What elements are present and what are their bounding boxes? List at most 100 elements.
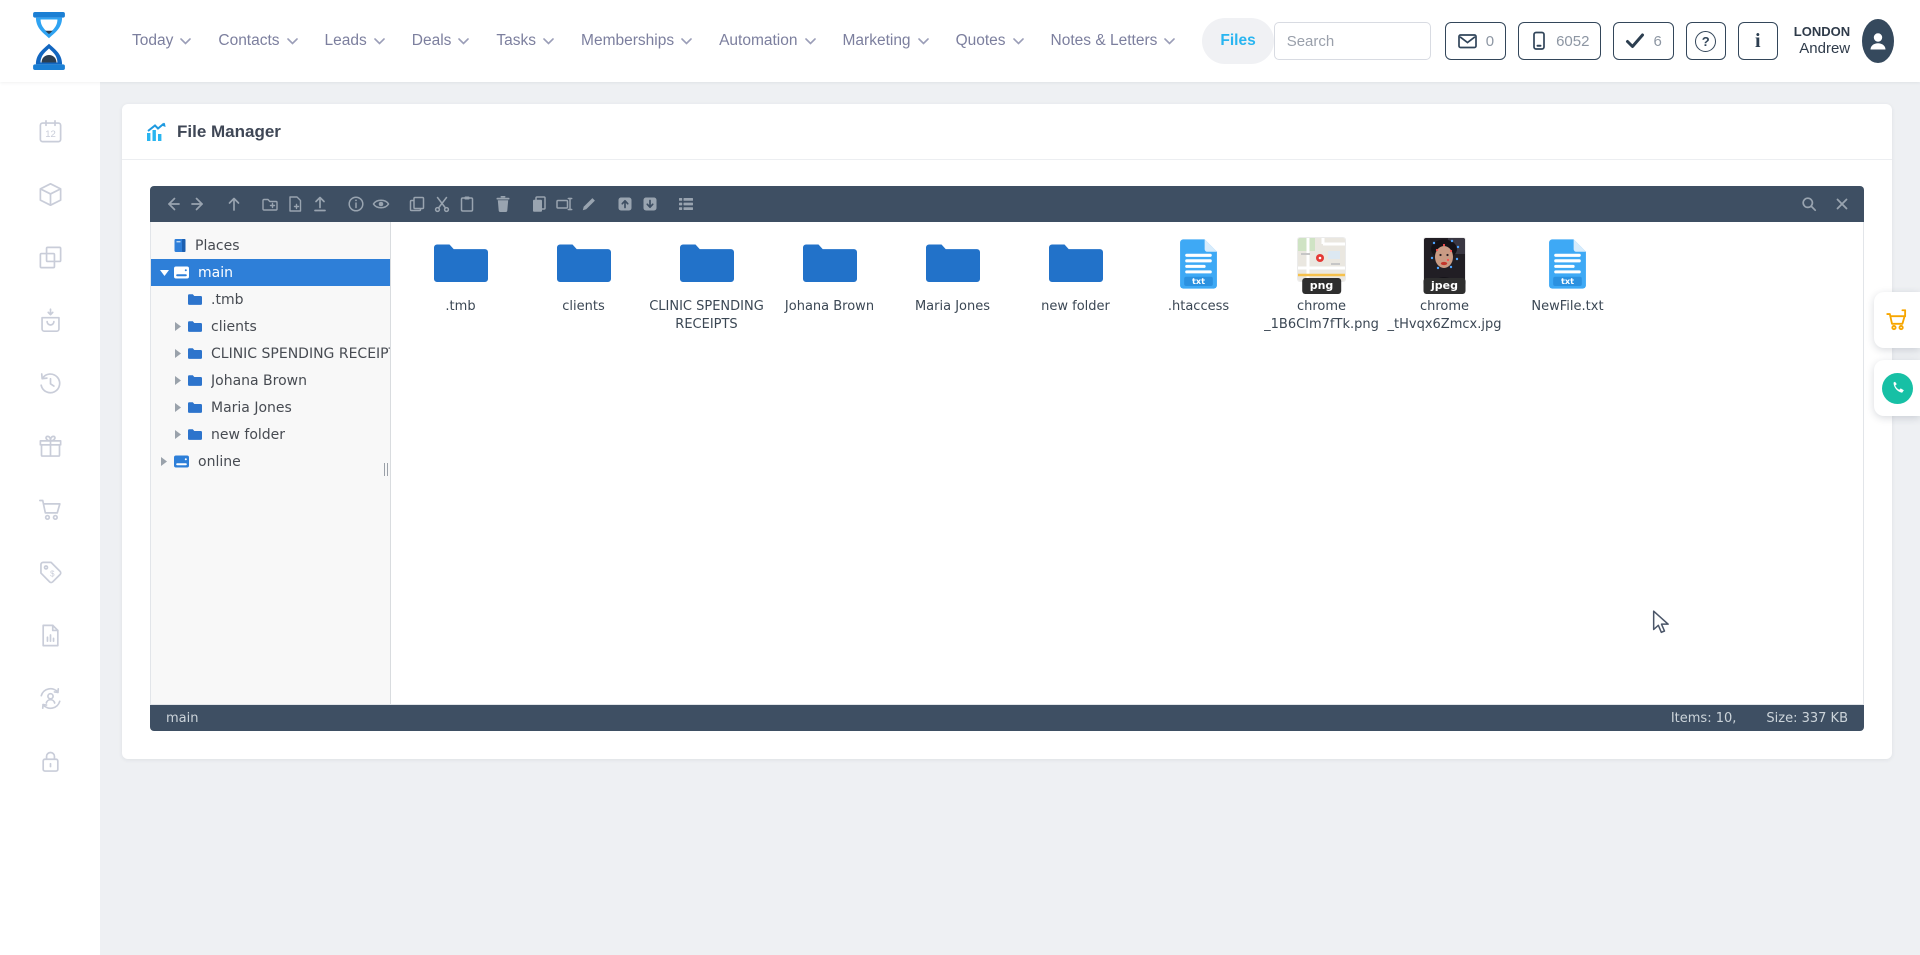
- tree-item-main[interactable]: main: [151, 259, 390, 286]
- sidebar-item-security[interactable]: [37, 748, 64, 775]
- floating-whatsapp-button[interactable]: [1874, 360, 1920, 416]
- edit-pencil-icon[interactable]: [576, 191, 601, 217]
- info-button[interactable]: i: [1738, 22, 1778, 60]
- top-bar: Today Contacts Leads Deals Tasks Members…: [0, 0, 1920, 82]
- back-icon[interactable]: [160, 191, 185, 217]
- tree-item-places[interactable]: Places: [151, 232, 390, 259]
- tree-item-new-folder[interactable]: new folder: [151, 421, 390, 448]
- floating-cart-button[interactable]: [1874, 292, 1920, 348]
- mail-button[interactable]: 0: [1445, 22, 1506, 60]
- main-nav: Today Contacts Leads Deals Tasks Members…: [132, 18, 1274, 64]
- nav-item-files[interactable]: Files: [1202, 18, 1273, 64]
- file-item-clinic-spending-receipts[interactable]: CLINIC SPENDING RECEIPTS: [645, 234, 768, 334]
- tree-item-online[interactable]: online: [151, 448, 390, 475]
- caret-collapsed-icon[interactable]: [171, 430, 185, 439]
- toolbar-search-icon[interactable]: [1796, 191, 1821, 217]
- caret-expanded-icon[interactable]: [157, 270, 171, 276]
- nav-item-today[interactable]: Today: [132, 32, 191, 50]
- file-item-newfile-txt[interactable]: txt NewFile.txt: [1506, 234, 1629, 334]
- caret-collapsed-icon[interactable]: [171, 349, 185, 358]
- file-item-clients[interactable]: clients: [522, 234, 645, 334]
- folder-icon: [187, 374, 203, 387]
- tree-item-tmb[interactable]: .tmb: [151, 286, 390, 313]
- up-folder-icon[interactable]: [221, 191, 246, 217]
- caret-collapsed-icon[interactable]: [157, 457, 171, 466]
- nav-item-marketing[interactable]: Marketing: [843, 32, 929, 50]
- app-logo-hourglass-icon[interactable]: [26, 11, 72, 71]
- phone-count: 6052: [1556, 33, 1589, 50]
- status-path: main: [166, 711, 198, 726]
- folder-icon: [555, 238, 613, 285]
- list-view-icon[interactable]: [673, 191, 698, 217]
- nav-item-notes-letters[interactable]: Notes & Letters: [1051, 32, 1176, 50]
- info-icon: i: [1755, 30, 1761, 53]
- chevron-down-icon: [543, 38, 554, 45]
- user-avatar[interactable]: [1862, 19, 1894, 63]
- preview-eye-icon[interactable]: [368, 191, 393, 217]
- sidebar-item-cart[interactable]: [37, 496, 64, 523]
- tree-item-clinic-spending-receipts[interactable]: CLINIC SPENDING RECEIPTS: [151, 340, 390, 367]
- sidebar-item-calendar[interactable]: 12: [37, 118, 64, 145]
- forward-icon[interactable]: [185, 191, 210, 217]
- sidebar-item-history[interactable]: [37, 370, 64, 397]
- archive-icon[interactable]: [612, 191, 637, 217]
- caret-collapsed-icon[interactable]: [171, 322, 185, 331]
- main-content: File Manager: [100, 82, 1920, 955]
- chevron-down-icon: [458, 38, 469, 45]
- nav-item-leads[interactable]: Leads: [325, 32, 385, 50]
- tree-item-johana-brown[interactable]: Johana Brown: [151, 367, 390, 394]
- sidebar-item-reports[interactable]: [37, 622, 64, 649]
- tasks-done-button[interactable]: 6: [1613, 22, 1673, 60]
- nav-item-deals[interactable]: Deals: [412, 32, 470, 50]
- file-item-chrome-png[interactable]: png chrome _1B6CIm7fTk.png: [1260, 234, 1383, 334]
- delete-trash-icon[interactable]: [490, 191, 515, 217]
- folder-icon: [187, 320, 203, 333]
- file-item-tmb[interactable]: .tmb: [399, 234, 522, 334]
- extract-icon[interactable]: [637, 191, 662, 217]
- file-item-htaccess[interactable]: txt .htaccess: [1137, 234, 1260, 334]
- sidebar-item-account[interactable]: [37, 685, 64, 712]
- nav-item-automation[interactable]: Automation: [719, 32, 815, 50]
- file-item-maria-jones[interactable]: Maria Jones: [891, 234, 1014, 334]
- file-item-chrome-jpg[interactable]: jpeg chrome _tHvqx6Zmcx.jpg: [1383, 234, 1506, 334]
- sidebar-item-gifts[interactable]: [37, 433, 64, 460]
- nav-item-tasks[interactable]: Tasks: [496, 32, 554, 50]
- sidebar-item-products[interactable]: [37, 181, 64, 208]
- paste-clipboard-icon[interactable]: [454, 191, 479, 217]
- tree-item-maria-jones[interactable]: Maria Jones: [151, 394, 390, 421]
- duplicate-icon[interactable]: [526, 191, 551, 217]
- copy-icon[interactable]: [404, 191, 429, 217]
- info-circle-icon[interactable]: [343, 191, 368, 217]
- folder-icon: [187, 293, 203, 306]
- nav-item-quotes[interactable]: Quotes: [956, 32, 1024, 50]
- file-item-johana-brown[interactable]: Johana Brown: [768, 234, 891, 334]
- rename-icon[interactable]: [551, 191, 576, 217]
- chevron-down-icon: [1164, 38, 1175, 45]
- help-button[interactable]: ?: [1686, 22, 1726, 60]
- close-icon[interactable]: [1829, 191, 1854, 217]
- svg-text:txt: txt: [1561, 276, 1574, 286]
- file-item-new-folder[interactable]: new folder: [1014, 234, 1137, 334]
- sidebar-item-copies[interactable]: [37, 244, 64, 271]
- chart-title-icon: [146, 122, 167, 142]
- chevron-down-icon: [681, 38, 692, 45]
- tree-item-clients[interactable]: clients: [151, 313, 390, 340]
- history-clock-icon: [37, 370, 64, 397]
- caret-collapsed-icon[interactable]: [171, 403, 185, 412]
- new-file-icon[interactable]: [282, 191, 307, 217]
- nav-item-memberships[interactable]: Memberships: [581, 32, 692, 50]
- cut-scissors-icon[interactable]: [429, 191, 454, 217]
- caret-collapsed-icon[interactable]: [171, 376, 185, 385]
- nav-item-contacts[interactable]: Contacts: [218, 32, 297, 50]
- upload-icon[interactable]: [307, 191, 332, 217]
- folder-icon: [678, 238, 736, 285]
- sidebar-item-orders[interactable]: [37, 307, 64, 334]
- search-input[interactable]: [1275, 33, 1431, 50]
- file-type-badge: jpeg: [1423, 278, 1466, 294]
- phone-button[interactable]: 6052: [1518, 22, 1601, 60]
- sidebar-item-pricing[interactable]: $: [37, 559, 64, 586]
- tree-resize-handle[interactable]: [384, 463, 388, 476]
- drive-icon: [173, 265, 190, 280]
- check-count: 6: [1653, 33, 1661, 50]
- new-folder-icon[interactable]: [257, 191, 282, 217]
